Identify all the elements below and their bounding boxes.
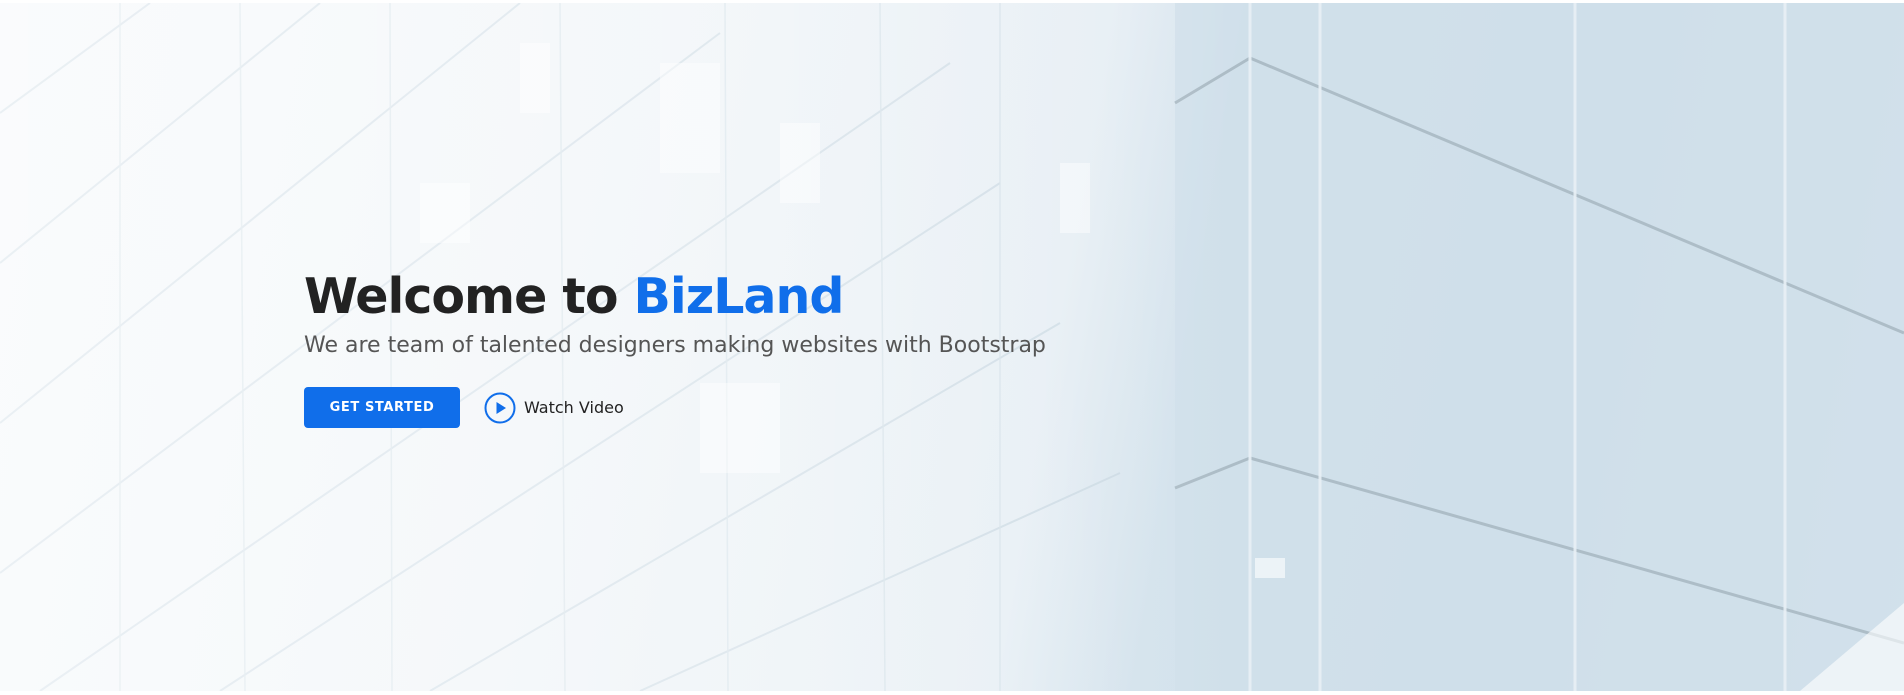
watch-video-button[interactable]: Watch Video [484, 392, 624, 424]
play-circle-icon [484, 392, 516, 424]
get-started-button[interactable]: GET STARTED [304, 387, 460, 428]
watch-video-label: Watch Video [524, 398, 624, 417]
hero-subtitle: We are team of talented designers making… [304, 333, 1046, 358]
hero-title: Welcome to BizLand [304, 265, 1046, 329]
hero-content: Welcome to BizLand We are team of talent… [304, 265, 1046, 428]
hero-title-prefix: Welcome to [304, 268, 634, 325]
hero-title-brand: BizLand [633, 268, 845, 325]
hero-actions: GET STARTED Watch Video [304, 387, 1046, 428]
hero-section: Welcome to BizLand We are team of talent… [0, 3, 1904, 691]
